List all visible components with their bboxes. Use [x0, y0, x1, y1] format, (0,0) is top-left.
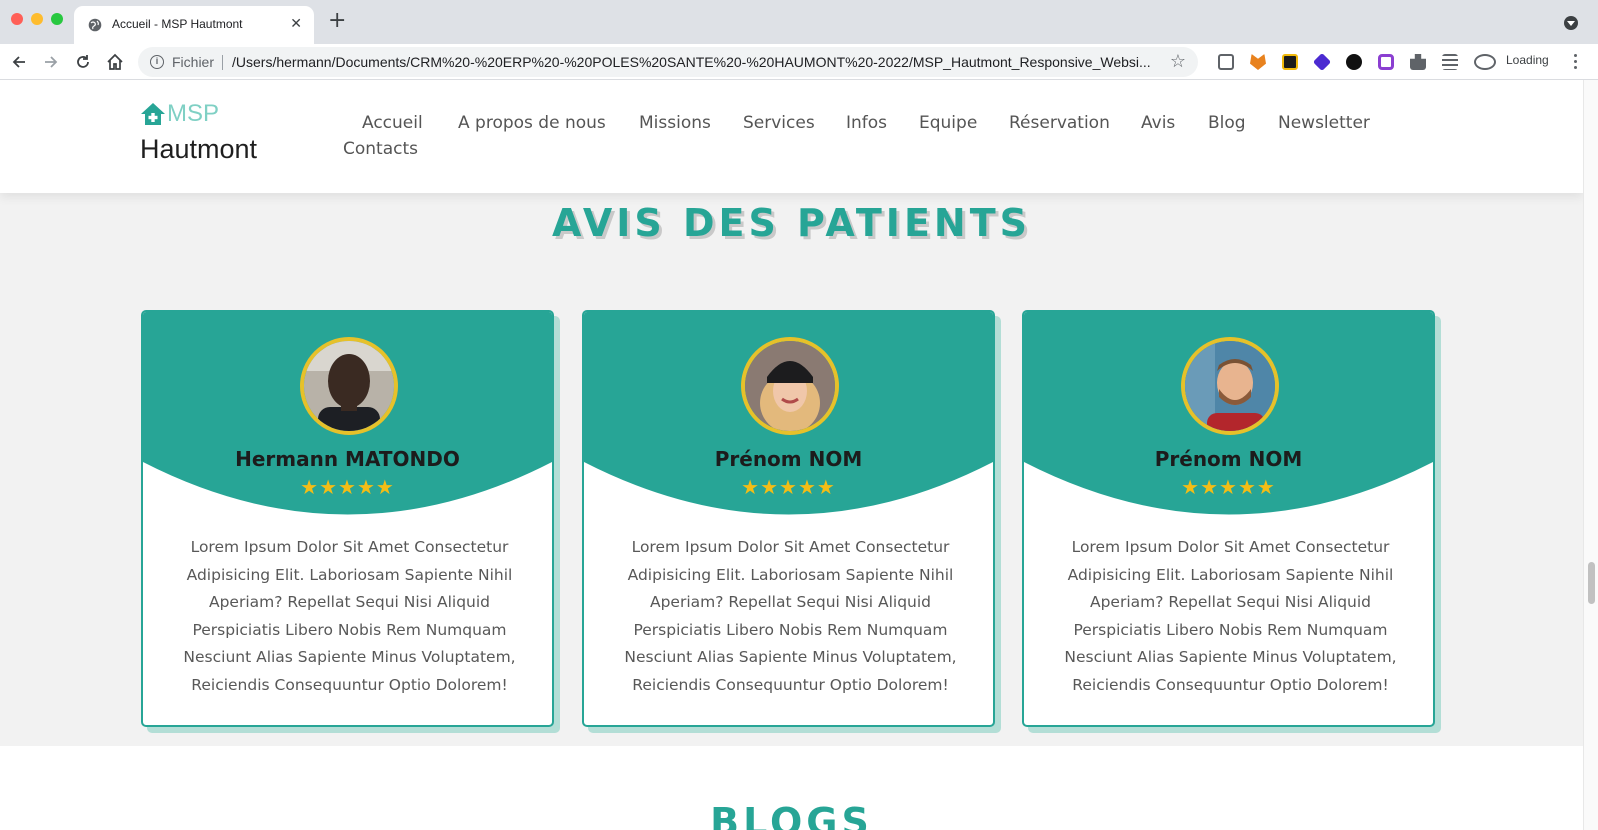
- avatar: [1181, 337, 1279, 435]
- browser-tab-active[interactable]: Accueil - MSP Hautmont ✕: [74, 6, 314, 44]
- puzzle-extensions-icon[interactable]: [1410, 54, 1426, 70]
- nav-reservation[interactable]: Réservation: [1009, 113, 1110, 133]
- logo-name-text: Hautmont: [140, 134, 258, 164]
- url-text[interactable]: /Users/hermann/Documents/CRM%20-%20ERP%2…: [232, 54, 1152, 70]
- address-bar[interactable]: i Fichier /Users/hermann/Documents/CRM%2…: [138, 47, 1198, 77]
- blogs-section-title: BLOGS: [710, 800, 873, 830]
- avatar-man-smiling-portrait: [1185, 341, 1275, 431]
- reviewer-name: Hermann MATONDO: [235, 447, 460, 471]
- home-icon: [107, 53, 123, 70]
- star-rating-icon: ★★★★★: [1181, 475, 1276, 499]
- s-extension-icon[interactable]: [1346, 54, 1362, 70]
- avatar: [741, 337, 839, 435]
- house-medical-icon: [141, 103, 165, 125]
- forward-button[interactable]: [40, 51, 62, 73]
- new-tab-button[interactable]: +: [328, 10, 346, 32]
- binance-icon[interactable]: [1282, 54, 1298, 70]
- globe-icon: [88, 18, 102, 32]
- maximize-window-button[interactable]: [51, 13, 63, 25]
- bookmark-star-icon[interactable]: ☆: [1170, 51, 1186, 72]
- profile-status-label: Loading: [1506, 53, 1549, 67]
- nav-equipe[interactable]: Equipe: [919, 113, 977, 133]
- close-window-button[interactable]: [11, 13, 23, 25]
- nav-missions[interactable]: Missions: [639, 113, 711, 133]
- avatar: [300, 337, 398, 435]
- home-button[interactable]: [104, 51, 126, 73]
- scrollbar-thumb[interactable]: [1588, 562, 1595, 604]
- nav-contacts[interactable]: Contacts: [343, 139, 418, 159]
- tab-search-icon[interactable]: [1564, 16, 1578, 30]
- diamond-extension-icon[interactable]: [1312, 52, 1332, 72]
- reviewer-name: Prénom NOM: [714, 447, 863, 471]
- nav-accueil[interactable]: Accueil: [362, 113, 423, 133]
- star-rating-icon: ★★★★★: [300, 475, 395, 499]
- arrow-left-icon: [12, 56, 25, 68]
- metamask-fox-icon[interactable]: [1250, 54, 1266, 70]
- nav-infos[interactable]: Infos: [846, 113, 887, 133]
- site-header: MSP Hautmont Accueil A propos de nous Mi…: [0, 80, 1583, 193]
- nav-avis[interactable]: Avis: [1141, 113, 1175, 133]
- tab-title: Accueil - MSP Hautmont: [112, 17, 243, 31]
- omnibox-scheme-label: Fichier: [172, 54, 215, 70]
- browser-tab-bar: Accueil - MSP Hautmont ✕ +: [0, 0, 1598, 44]
- nav-newsletter[interactable]: Newsletter: [1278, 113, 1370, 133]
- close-tab-icon[interactable]: ✕: [290, 16, 302, 32]
- review-text: Lorem Ipsum Dolor Sit Amet Consectetur A…: [624, 538, 957, 694]
- nav-services[interactable]: Services: [743, 113, 815, 133]
- extension-cube-icon[interactable]: [1218, 54, 1234, 70]
- omnibox-divider: [222, 55, 223, 70]
- browser-menu-icon[interactable]: [1574, 54, 1578, 70]
- media-queue-icon[interactable]: [1442, 54, 1458, 70]
- arrow-right-icon: [45, 56, 58, 68]
- minimize-window-button[interactable]: [31, 13, 43, 25]
- avatar-man-portrait: [304, 341, 394, 431]
- page-scrollbar[interactable]: [1583, 80, 1598, 830]
- review-card: Prénom NOM ★★★★★ Lorem Ipsum Dolor Sit A…: [582, 310, 995, 727]
- review-text: Lorem Ipsum Dolor Sit Amet Consectetur A…: [183, 538, 516, 694]
- nav-a-propos[interactable]: A propos de nous: [458, 113, 606, 133]
- profile-avatar-icon[interactable]: [1474, 54, 1496, 70]
- review-card: Hermann MATONDO ★★★★★ Lorem Ipsum Dolor …: [141, 310, 554, 727]
- review-card: Prénom NOM ★★★★★ Lorem Ipsum Dolor Sit A…: [1022, 310, 1435, 727]
- star-rating-icon: ★★★★★: [741, 475, 836, 499]
- logo-msp-text: MSP: [167, 100, 220, 127]
- reload-icon: [77, 55, 89, 68]
- page-viewport: MSP Hautmont Accueil A propos de nous Mi…: [0, 80, 1583, 830]
- reload-button[interactable]: [72, 51, 94, 73]
- hexagon-extension-icon[interactable]: [1378, 54, 1394, 70]
- nav-blog[interactable]: Blog: [1208, 113, 1246, 133]
- info-icon[interactable]: i: [150, 55, 164, 69]
- avatar-woman-portrait: [745, 341, 835, 431]
- browser-toolbar: i Fichier /Users/hermann/Documents/CRM%2…: [0, 44, 1598, 80]
- back-button[interactable]: [8, 51, 30, 73]
- review-text: Lorem Ipsum Dolor Sit Amet Consectetur A…: [1064, 538, 1397, 694]
- reviewer-name: Prénom NOM: [1154, 447, 1303, 471]
- reviews-section-title: AVIS DES PATIENTS: [551, 201, 1031, 245]
- site-logo[interactable]: MSP Hautmont: [140, 100, 257, 165]
